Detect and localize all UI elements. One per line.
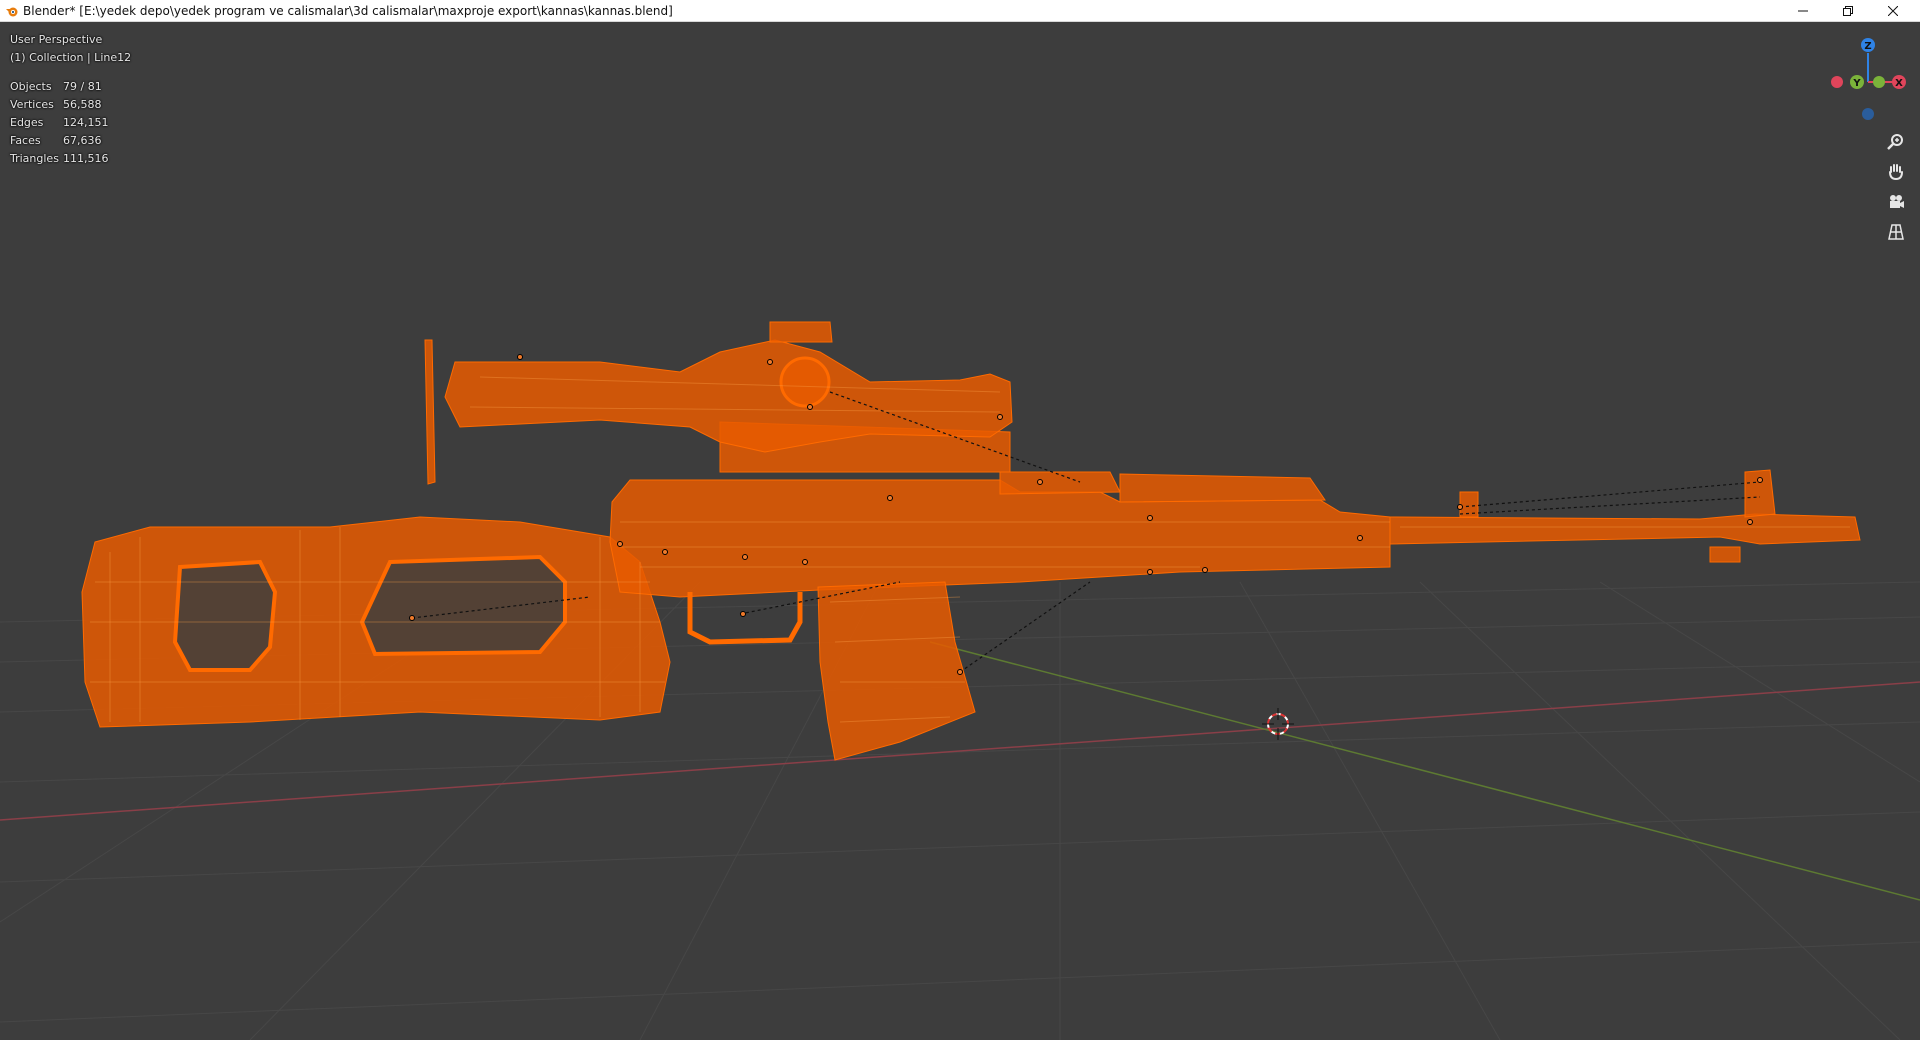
stat-row: Faces 67,636 [10,134,109,152]
gizmo-neg-y-axis[interactable] [1873,76,1885,88]
stat-label: Objects [10,80,52,93]
zoom-icon [1887,134,1903,150]
stat-value: 67,636 [63,134,102,147]
svg-text:Z: Z [1864,41,1871,52]
stat-value: 124,151 [63,116,109,129]
stat-label: Faces [10,134,41,147]
svg-text:X: X [1895,78,1903,89]
window-titlebar: Blender* [E:\yedek depo\yedek program ve… [0,0,1920,22]
stat-row: Edges 124,151 [10,116,109,134]
svg-text:Y: Y [1852,78,1861,89]
3d-viewport[interactable]: User Perspective (1) Collection | Line12… [0,22,1920,1040]
ortho-toggle-button[interactable] [1882,218,1910,246]
stat-value: 111,516 [63,152,109,165]
view-name: User Perspective [10,33,103,46]
restore-icon [1842,6,1853,16]
gizmo-z-axis[interactable]: Z [1861,38,1875,52]
navigation-gizmo[interactable]: Z Y X [1815,30,1915,130]
camera-button[interactable] [1882,188,1910,216]
stat-value: 56,588 [63,98,102,111]
stat-row: Objects 79 / 81 [10,80,109,98]
hand-icon [1889,164,1903,181]
stat-value: 79 / 81 [63,80,102,93]
stat-row: Triangles 111,516 [10,152,109,170]
window-title: Blender* [E:\yedek depo\yedek program ve… [23,4,673,18]
scene-statistics: Objects 79 / 81 Vertices 56,588 Edges 124,1… [10,80,109,170]
viewport-scene [0,321,1920,1040]
gizmo-neg-x-axis[interactable] [1831,76,1843,88]
blender-logo-icon [6,7,18,17]
restore-button[interactable] [1825,0,1870,22]
y-axis-line [929,641,1920,901]
pan-button[interactable] [1882,158,1910,186]
grid-icon [1888,224,1904,240]
gizmo-x-axis[interactable]: X [1892,75,1906,89]
gizmo-y-axis[interactable]: Y [1850,75,1864,89]
minimize-icon [1797,10,1808,12]
stat-label: Vertices [10,98,54,111]
stat-label: Triangles [10,152,59,165]
rifle-wireframe-model[interactable] [81,321,1861,761]
zoom-button[interactable] [1882,128,1910,156]
stat-row: Vertices 56,588 [10,98,109,116]
gizmo-neg-z-axis[interactable] [1862,108,1874,120]
close-icon [1887,6,1898,16]
close-button[interactable] [1870,0,1915,22]
collection-label: (1) Collection | Line12 [10,51,132,64]
minimize-button[interactable] [1780,0,1825,22]
camera-icon [1890,195,1904,208]
stat-label: Edges [10,116,44,129]
